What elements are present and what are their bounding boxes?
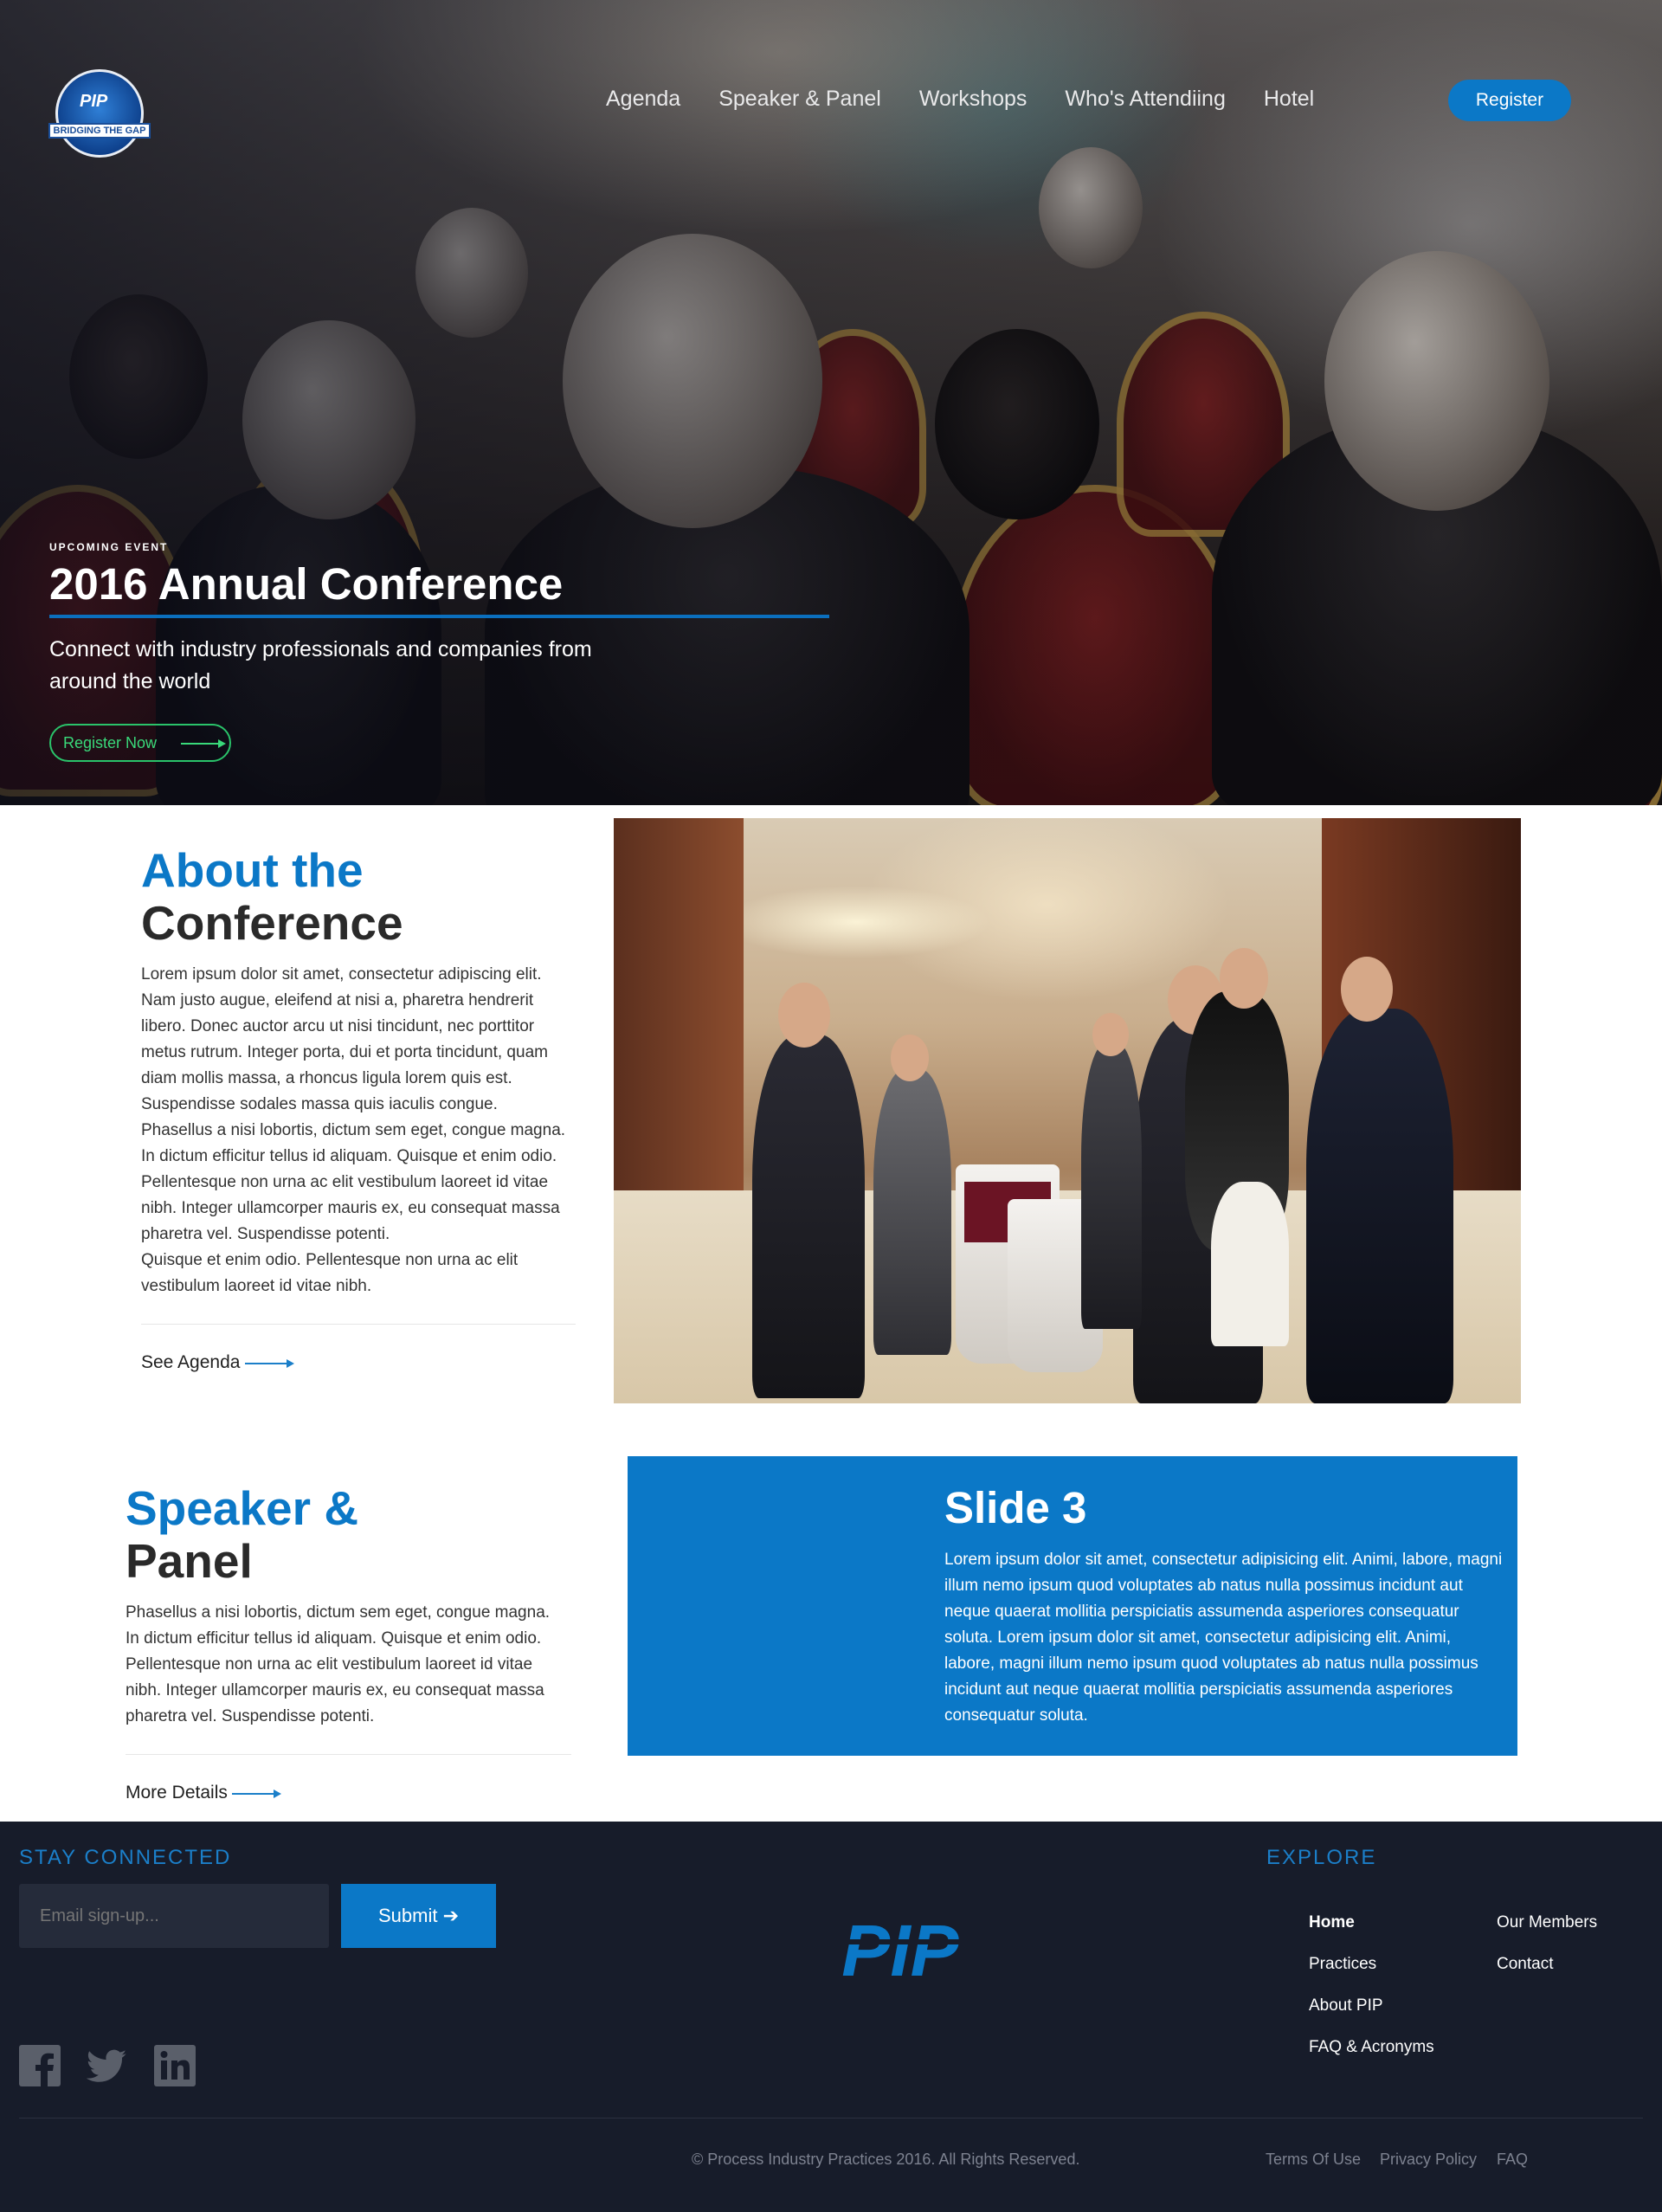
slide-body: Lorem ipsum dolor sit amet, consectetur … <box>944 1551 1503 1725</box>
facebook-icon[interactable] <box>19 2045 61 2086</box>
see-agenda-label: See Agenda <box>141 1352 241 1372</box>
register-now-button[interactable]: Register Now <box>49 724 231 762</box>
nav-item-speaker-panel[interactable]: Speaker & Panel <box>718 87 881 112</box>
hero-title: 2016 Annual Conference <box>49 559 564 609</box>
about-title: About the Conference <box>141 844 574 950</box>
submit-button[interactable]: Submit ➔ <box>341 1884 496 1948</box>
footer-link-practices[interactable]: Practices <box>1309 1955 1434 1996</box>
footer-link-about-pip[interactable]: About PIP <box>1309 1996 1434 2038</box>
main-nav: Agenda Speaker & Panel Workshops Who's A… <box>606 87 1352 112</box>
footer-link-our-members[interactable]: Our Members <box>1497 1913 1597 1955</box>
more-details-link[interactable]: More Details <box>126 1783 567 1803</box>
nav-item-hotel[interactable]: Hotel <box>1264 87 1314 112</box>
footer-link-contact[interactable]: Contact <box>1497 1955 1597 1996</box>
speaker-title-line1: Speaker & <box>126 1481 359 1535</box>
speaker-title: Speaker & Panel <box>126 1482 567 1588</box>
nav-item-workshops[interactable]: Workshops <box>919 87 1027 112</box>
arrow-right-icon <box>232 1790 281 1798</box>
nav-item-agenda[interactable]: Agenda <box>606 87 680 112</box>
about-divider <box>141 1324 576 1325</box>
speaker-divider <box>126 1754 571 1755</box>
arrow-right-icon <box>181 739 226 748</box>
hero-title-underline <box>49 615 829 618</box>
hero-section: PIP BRIDGING THE GAP Agenda Speaker & Pa… <box>0 0 1662 805</box>
footer-link-faq-acronyms[interactable]: FAQ & Acronyms <box>1309 2038 1434 2080</box>
hero-eyebrow: UPCOMING EVENT <box>49 541 169 553</box>
terms-link[interactable]: Terms Of Use <box>1266 2151 1361 2169</box>
slide-title: Slide 3 <box>944 1483 1087 1532</box>
linkedin-icon[interactable] <box>154 2045 196 2086</box>
logo-text: PIP <box>80 92 108 111</box>
explore-column-2: Our Members Contact <box>1497 1913 1597 1996</box>
explore-heading: EXPLORE <box>1266 1846 1377 1869</box>
about-section: About the Conference Lorem ipsum dolor s… <box>141 844 576 1373</box>
see-agenda-link[interactable]: See Agenda <box>141 1352 574 1373</box>
hero-content: UPCOMING EVENT 2016 Annual Conference Co… <box>49 541 829 698</box>
speaker-body: Phasellus a nisi lobortis, dictum sem eg… <box>126 1603 551 1725</box>
about-title-line1: About the <box>141 843 364 897</box>
twitter-icon[interactable] <box>87 2045 128 2086</box>
arrow-right-icon <box>245 1359 294 1368</box>
register-now-label: Register Now <box>63 734 158 751</box>
copyright-text: © Process Industry Practices 2016. All R… <box>692 2151 1080 2168</box>
email-signup-input[interactable] <box>19 1884 329 1948</box>
hero-subtitle: Connect with industry professionals and … <box>49 637 592 693</box>
site-footer: STAY CONNECTED Submit ➔ PIP EXPLORE Home… <box>0 1822 1662 2212</box>
more-details-label: More Details <box>126 1783 228 1802</box>
about-title-line2: Conference <box>141 896 403 950</box>
site-logo[interactable]: PIP BRIDGING THE GAP <box>48 69 151 160</box>
register-button[interactable]: Register <box>1448 80 1571 121</box>
faq-link[interactable]: FAQ <box>1497 2151 1528 2169</box>
slide-panel: Slide 3 Lorem ipsum dolor sit amet, cons… <box>628 1456 1517 1756</box>
speaker-section: Speaker & Panel Phasellus a nisi loborti… <box>126 1482 571 1803</box>
footer-link-home[interactable]: Home <box>1309 1913 1434 1955</box>
conference-photo <box>614 818 1521 1403</box>
explore-column-1: Home Practices About PIP FAQ & Acronyms <box>1309 1913 1434 2080</box>
privacy-policy-link[interactable]: Privacy Policy <box>1380 2151 1477 2169</box>
pip-logo-text: PIP <box>841 1915 959 1983</box>
about-body: Lorem ipsum dolor sit amet, consectetur … <box>141 965 566 1295</box>
nav-item-whos-attending[interactable]: Who's Attendiing <box>1065 87 1225 112</box>
arrow-right-icon: ➔ <box>442 1905 460 1926</box>
logo-tagline: BRIDGING THE GAP <box>48 123 151 139</box>
stay-connected-heading: STAY CONNECTED <box>19 1846 232 1869</box>
submit-label: Submit <box>377 1905 438 1926</box>
pip-footer-logo: PIP <box>826 1915 975 1983</box>
speaker-title-line2: Panel <box>126 1534 253 1588</box>
